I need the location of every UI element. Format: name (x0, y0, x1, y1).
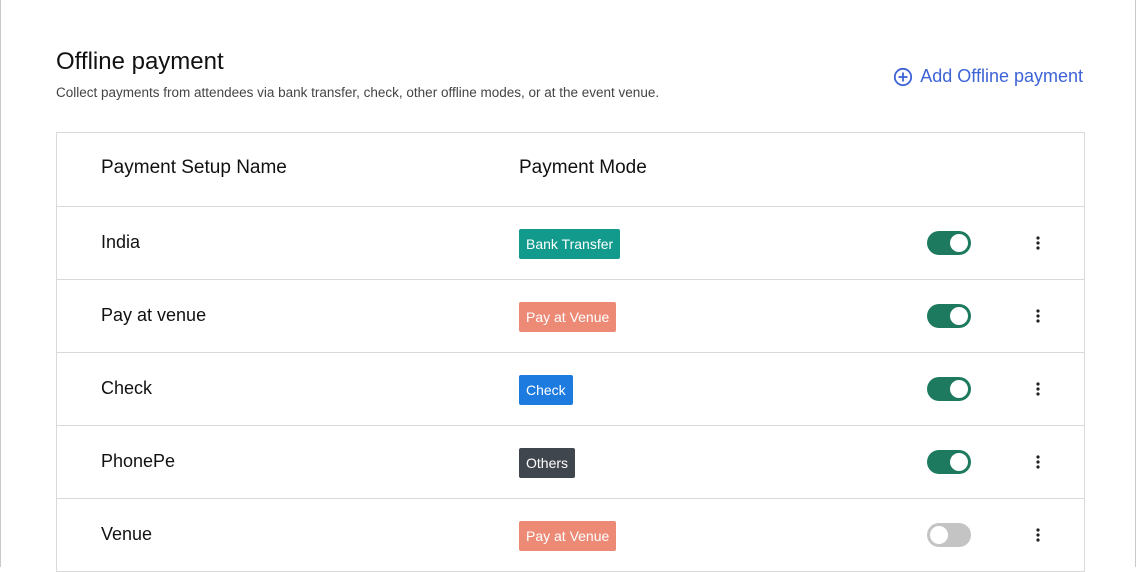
enable-toggle[interactable] (927, 304, 971, 328)
more-vertical-icon (1036, 236, 1040, 250)
column-header-name: Payment Setup Name (101, 157, 287, 178)
toggle-knob (950, 307, 968, 325)
section-header: Offline payment Collect payments from at… (56, 48, 1086, 108)
more-vertical-icon (1036, 455, 1040, 469)
more-vertical-icon (1036, 382, 1040, 396)
payment-setup-name: Check (101, 378, 153, 398)
toggle-knob (950, 380, 968, 398)
table-row: Venue Pay at Venue (57, 499, 1084, 571)
payment-setup-name: Pay at venue (101, 305, 207, 325)
row-menu-button[interactable] (1029, 450, 1047, 474)
payment-setup-name: PhonePe (101, 451, 176, 471)
enable-toggle[interactable] (927, 523, 971, 547)
row-menu-button[interactable] (1029, 523, 1047, 547)
payment-table: Payment Setup Name Payment Mode India Ban… (56, 132, 1085, 572)
payment-mode-badge: Pay at Venue (519, 302, 617, 332)
payment-setup-name: Venue (101, 524, 153, 544)
payment-mode-badge: Check (519, 375, 573, 405)
table-row: Check Check (57, 353, 1084, 426)
payment-mode-badge: Bank Transfer (519, 229, 621, 259)
row-menu-button[interactable] (1029, 377, 1047, 401)
toggle-knob (930, 526, 948, 544)
table-row: PhonePe Others (57, 426, 1084, 499)
table-row: India Bank Transfer (57, 207, 1084, 280)
toggle-knob (950, 453, 968, 471)
enable-toggle[interactable] (927, 377, 971, 401)
row-menu-button[interactable] (1029, 304, 1047, 328)
payment-setup-name: India (101, 232, 141, 252)
enable-toggle[interactable] (927, 450, 971, 474)
plus-circle-icon (894, 67, 913, 86)
payment-mode-badge: Others (519, 448, 576, 478)
table-body: India Bank Transfer Pay at venue Pay at Ven… (57, 207, 1084, 571)
enable-toggle[interactable] (927, 231, 971, 255)
table-row: Pay at venue Pay at Venue (57, 280, 1084, 353)
page-frame: Offline payment Collect payments from at… (0, 0, 1136, 572)
payment-mode-badge: Pay at Venue (519, 521, 617, 551)
more-vertical-icon (1036, 528, 1040, 542)
column-header-mode: Payment Mode (519, 157, 647, 178)
table-header: Payment Setup Name Payment Mode (57, 133, 1084, 207)
row-menu-button[interactable] (1029, 231, 1047, 255)
page-title: Offline payment (56, 48, 224, 75)
more-vertical-icon (1036, 309, 1040, 323)
toggle-knob (950, 234, 968, 252)
add-offline-payment-button[interactable]: Add Offline payment (893, 66, 1083, 87)
page-subtitle: Collect payments from attendees via bank… (56, 85, 660, 100)
add-offline-payment-label: Add Offline payment (920, 66, 1083, 86)
